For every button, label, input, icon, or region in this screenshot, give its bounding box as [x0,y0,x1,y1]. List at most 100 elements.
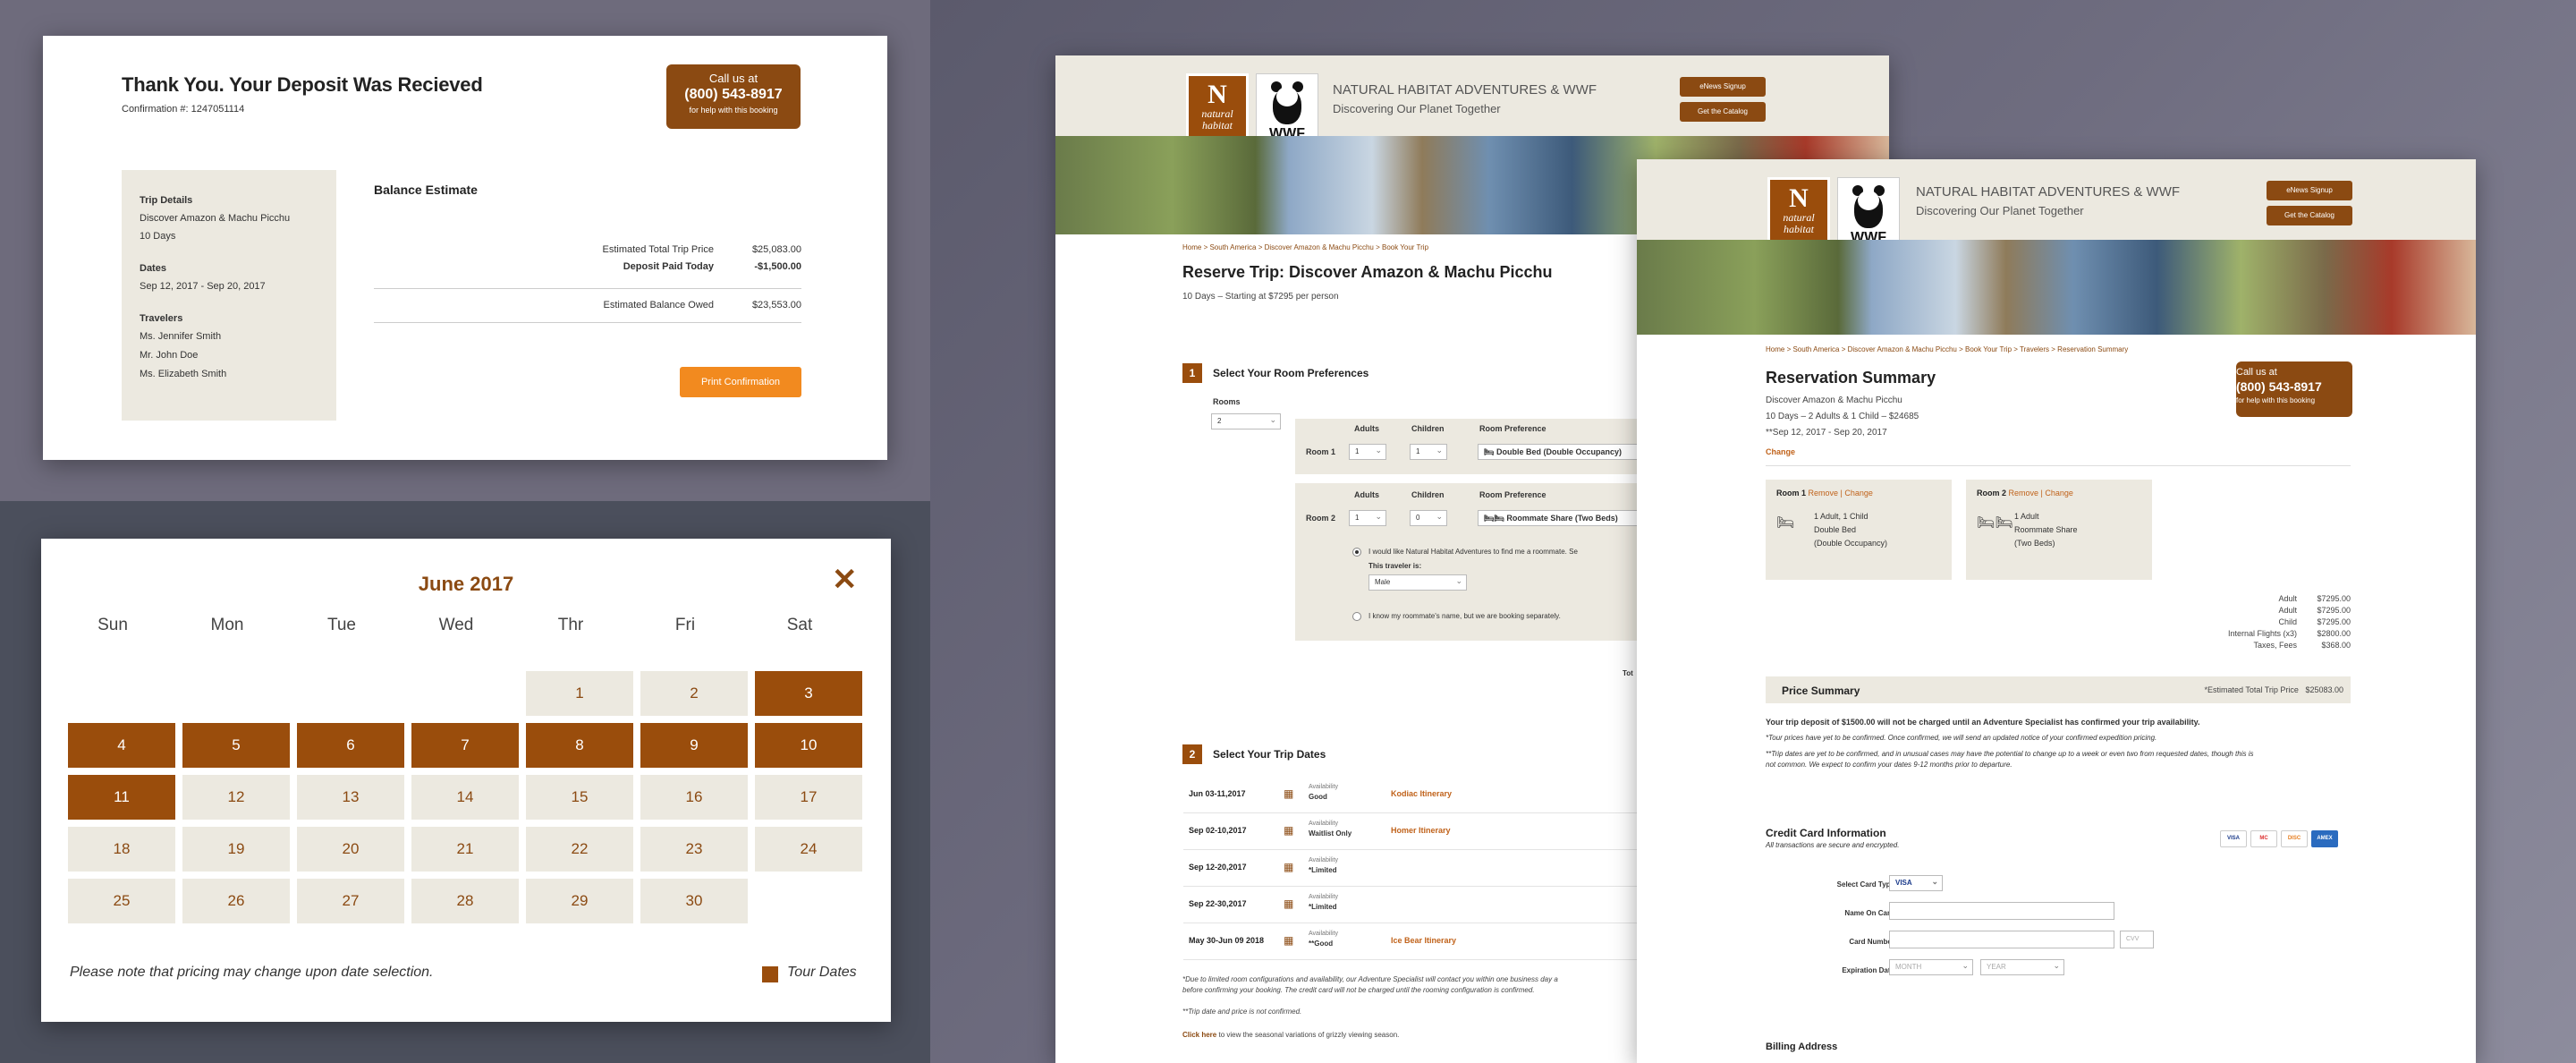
total-label: Tot [1623,669,1633,677]
name-on-card-input[interactable] [1889,902,2114,920]
page-title: Thank You. Your Deposit Was Recieved [122,73,483,96]
call-phone: (800) 543-8917 [2236,379,2322,394]
trip-travelers-price: 10 Days – 2 Adults & 1 Child – $24685 [1766,412,1919,421]
calendar-day[interactable]: 18 [68,827,175,872]
room1-title: Room 1 Remove | Change [1776,489,1873,497]
itinerary-link[interactable]: Homer Itinerary [1391,826,1451,835]
itinerary-link[interactable]: Kodiac Itinerary [1391,789,1452,798]
room1-label: Room 1 [1306,447,1336,456]
calendar-day-tour[interactable]: 6 [297,723,404,768]
discover-icon: DISC [2281,830,2308,847]
room1-children-select[interactable]: 1 [1410,443,1447,460]
cvv-input[interactable]: CVV [2120,931,2154,948]
calendar-day-tour[interactable]: 10 [755,723,862,768]
calendar-day[interactable]: 25 [68,879,175,923]
availability-label: Availability [1309,931,1338,937]
credit-card-title: Credit Card Information [1766,827,1886,839]
calendar-day-tour[interactable]: 7 [411,723,519,768]
calendar-day[interactable]: 19 [182,827,290,872]
calendar-day[interactable]: 2 [640,671,748,716]
enews-signup-button[interactable]: eNews Signup [1680,77,1766,97]
balance-estimate-title: Balance Estimate [374,183,478,197]
expiration-month-select[interactable]: MONTH [1889,958,1973,975]
room1-remove-change-links[interactable]: Remove | Change [1809,489,1873,497]
room2-adults-select[interactable]: 1 [1349,509,1386,526]
calendar-day-tour[interactable]: 3 [755,671,862,716]
calendar-day[interactable]: 24 [755,827,862,872]
trip-name: Discover Amazon & Machu Picchu [1766,395,1902,405]
rooms-select[interactable]: 2 [1211,412,1281,429]
calendar-day[interactable]: 12 [182,775,290,820]
expiration-year-select[interactable]: YEAR [1980,958,2064,975]
weekday-header: Tue [326,616,357,634]
footnote-3: Click here to view the seasonal variatio… [1182,1031,1399,1039]
trip-date: Jun 03-11,2017 [1189,789,1246,798]
calendar-icon: ▦ [1284,824,1294,837]
room2-remove-change-links[interactable]: Remove | Change [2009,489,2073,497]
calendar-day[interactable]: 16 [640,775,748,820]
step-number: 1 [1182,363,1202,383]
itinerary-link[interactable]: Ice Bear Itinerary [1391,936,1456,945]
room1-adults-select[interactable]: 1 [1349,443,1386,460]
get-catalog-button[interactable]: Get the Catalog [1680,102,1766,122]
enews-signup-button[interactable]: eNews Signup [2267,181,2352,200]
step-number: 2 [1182,744,1202,764]
calendar-day[interactable]: 27 [297,879,404,923]
weekday-header: Wed [438,616,474,634]
roommate-known-label: I know my roommate's name, but we are bo… [1368,612,1561,620]
room2-children-select[interactable]: 0 [1410,509,1447,526]
breadcrumb[interactable]: Home > South America > Discover Amazon &… [1182,243,1428,251]
calendar-day[interactable]: 21 [411,827,519,872]
calendar-day-tour[interactable]: 4 [68,723,175,768]
reservation-summary-page: N natural habitat WWF NATURAL HABITAT AD… [1637,159,2476,1063]
calendar-day[interactable]: 15 [526,775,633,820]
room2-title: Room 2 Remove | Change [1977,489,2073,497]
room2-summary: Room 2 Remove | Change 🛏🛏 1 Adult Roomma… [1966,480,2152,580]
card-type-select[interactable]: VISA [1889,874,1943,891]
change-link[interactable]: Change [1766,447,1795,456]
calendar-day[interactable]: 23 [640,827,748,872]
close-icon[interactable]: ✕ [832,562,858,598]
calendar-day[interactable]: 30 [640,879,748,923]
calendar-day[interactable]: 28 [411,879,519,923]
availability-value: *Limited [1309,903,1337,911]
call-help: for help with this booking [2236,396,2316,404]
calendar-day-tour[interactable]: 5 [182,723,290,768]
calendar-day-tour[interactable]: 9 [640,723,748,768]
calendar-day-tour[interactable]: 11 [68,775,175,820]
calendar-day[interactable]: 20 [297,827,404,872]
calendar-day-tour[interactable]: 8 [526,723,633,768]
expiration-label: Expiration Date [1842,966,1894,974]
step2-title: Select Your Trip Dates [1213,748,1326,761]
trip-date: May 30-Jun 09 2018 [1189,936,1265,945]
rooms-label: Rooms [1213,397,1241,406]
calendar-day[interactable]: 1 [526,671,633,716]
breadcrumb[interactable]: Home > South America > Discover Amazon &… [1766,345,2128,353]
calendar-day[interactable]: 29 [526,879,633,923]
price-line-label: Adult [2278,606,2297,615]
brand-title: NATURAL HABITAT ADVENTURES & WWF [1916,184,2181,200]
roommate-find-radio[interactable] [1352,548,1361,557]
price-line-value: $7295.00 [2317,606,2351,615]
calendar-day[interactable]: 22 [526,827,633,872]
trip-subtitle: 10 Days – Starting at $7295 per person [1182,292,1339,302]
print-confirmation-button[interactable]: Print Confirmation [680,367,801,397]
card-number-input[interactable] [1889,931,2114,948]
traveler-gender-select[interactable]: Male [1368,574,1467,591]
weekday-header: Mon [210,616,244,634]
legend-swatch [762,966,778,982]
calendar-day[interactable]: 17 [755,775,862,820]
traveler: Ms. Jennifer Smith [140,331,222,342]
calendar-day[interactable]: 14 [411,775,519,820]
call-us-button[interactable]: Call us at (800) 543-8917 for help with … [666,64,801,129]
adults-label: Adults [1354,490,1379,499]
call-label: Call us at [2236,367,2277,378]
hero-banner-image [1637,240,2476,335]
call-us-button[interactable]: Call us at (800) 543-8917 for help with … [2236,361,2352,417]
calendar-day[interactable]: 13 [297,775,404,820]
get-catalog-button[interactable]: Get the Catalog [2267,206,2352,225]
click-here-link[interactable]: Click here [1182,1031,1216,1039]
estimated-total-value: $25083.00 [2305,685,2343,694]
roommate-known-radio[interactable] [1352,612,1361,621]
calendar-day[interactable]: 26 [182,879,290,923]
